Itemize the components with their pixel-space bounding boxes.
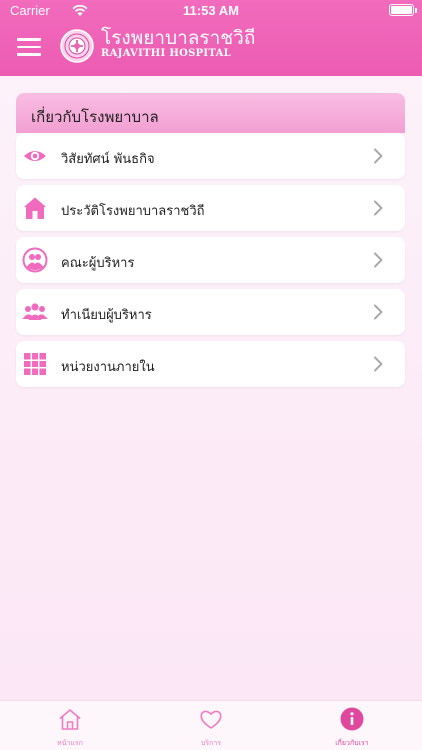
section-header: เกี่ยวกับโรงพยาบาล [16, 93, 405, 133]
menu-item-label: หน่วยงานภายใน [61, 360, 155, 375]
menu-item-history[interactable]: ประวัติโรงพยาบาลราชวิถี [16, 185, 405, 231]
hospital-seal-logo [60, 29, 94, 63]
people-circle-icon [22, 247, 48, 273]
heart-outline-icon [200, 710, 222, 729]
eye-icon [24, 151, 46, 161]
chevron-right-icon [374, 200, 383, 216]
section-title: เกี่ยวกับโรงพยาบาล [31, 108, 159, 126]
menu-item-executive-board[interactable]: คณะผู้บริหาร [16, 237, 405, 283]
chevron-right-icon [374, 356, 383, 372]
brand-name-english: RAJAVITHI HOSPITAL [101, 48, 231, 59]
menu-bar [17, 45, 41, 48]
brand-name-thai: โรงพยาบาลราชวิถี [101, 27, 256, 49]
app-header: Carrier 11:53 AM โรงพยาบาลราชวิถี RAJAVI… [0, 0, 422, 76]
tab-bar: หน้าแรก บริการ เกี่ยวกับเรา [0, 700, 422, 750]
tab-label: เกี่ยวกับเรา [335, 739, 369, 747]
home-icon [24, 197, 46, 219]
menu-button[interactable] [17, 38, 41, 56]
chevron-right-icon [374, 148, 383, 164]
menu-item-label: คณะผู้บริหาร [61, 256, 135, 271]
menu-item-internal-units[interactable]: หน่วยงานภายใน [16, 341, 405, 387]
menu-item-executive-directory[interactable]: ทำเนียบผู้บริหาร [16, 289, 405, 335]
menu-item-label: วิสัยทัศน์ พันธกิจ [61, 152, 155, 167]
tab-label: หน้าแรก [57, 739, 83, 747]
group-icon [22, 303, 48, 320]
status-time: 11:53 AM [183, 3, 239, 18]
menu-item-label: ทำเนียบผู้บริหาร [61, 308, 152, 323]
menu-bar [17, 53, 41, 56]
tab-home[interactable]: หน้าแรก [20, 707, 120, 750]
chevron-right-icon [374, 252, 383, 268]
info-icon [340, 707, 364, 731]
tab-services[interactable]: บริการ [161, 707, 261, 750]
menu-item-label: ประวัติโรงพยาบาลราชวิถี [61, 204, 205, 219]
grid-icon [24, 353, 46, 375]
home-outline-icon [59, 709, 81, 730]
menu-bar [17, 38, 41, 41]
menu-item-vision-mission[interactable]: วิสัยทัศน์ พันธกิจ [16, 133, 405, 179]
tab-label: บริการ [200, 739, 222, 747]
tab-about[interactable]: เกี่ยวกับเรา [302, 707, 402, 750]
status-bar: Carrier 11:53 AM [0, 0, 422, 22]
chevron-right-icon [374, 304, 383, 320]
battery-icon [389, 4, 417, 16]
